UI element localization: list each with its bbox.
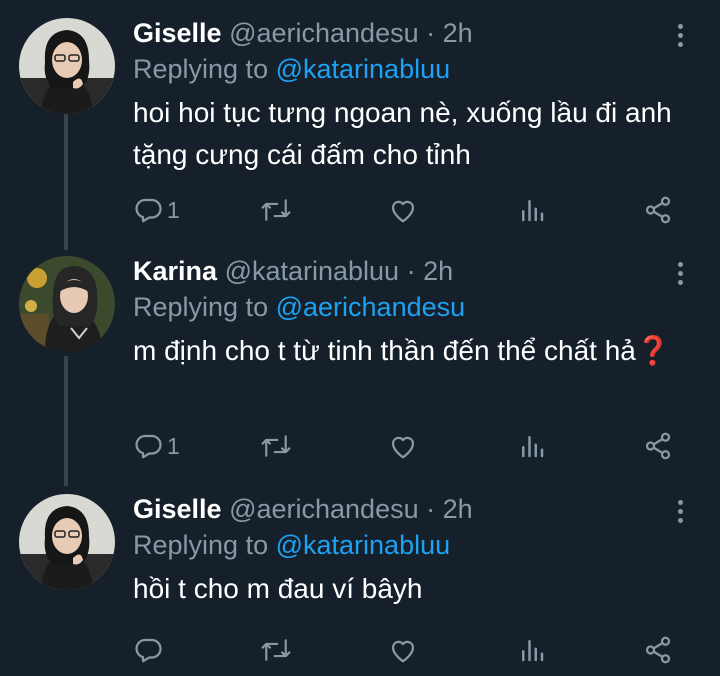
heart-icon: [391, 436, 415, 459]
mention-link[interactable]: @katarinabluu: [276, 530, 451, 560]
user-handle[interactable]: @aerichandesu: [229, 494, 419, 524]
share-button[interactable]: [643, 632, 673, 668]
timestamp[interactable]: 2h: [443, 18, 473, 48]
action-bar: 1: [133, 428, 693, 464]
analytics-button[interactable]: [517, 192, 547, 228]
replying-to-label: Replying to: [133, 54, 269, 84]
reply-icon: [135, 638, 162, 663]
share-button[interactable]: [643, 192, 673, 228]
separator-dot: ·: [406, 256, 416, 286]
retweet-icon: [261, 199, 291, 221]
display-name[interactable]: Karina: [133, 256, 217, 286]
tweet-header: Giselle @aerichandesu · 2h: [133, 16, 473, 50]
tweet-header: Karina @katarinabluu · 2h: [133, 254, 453, 288]
separator-dot: ·: [426, 494, 436, 524]
reply-button[interactable]: 1: [133, 192, 180, 228]
analytics-icon: [522, 436, 544, 458]
like-button[interactable]: [387, 192, 419, 228]
reply-button[interactable]: [133, 632, 167, 668]
share-icon: [645, 196, 671, 224]
replying-to: Replying to @katarinabluu: [133, 528, 450, 562]
tweet-text: hồi t cho m đau ví bâyh: [133, 568, 673, 610]
tweet[interactable]: Giselle @aerichandesu · 2h Replying to @…: [0, 18, 720, 256]
reply-button[interactable]: 1: [133, 428, 180, 464]
tweet-text-content: hồi t cho m đau ví bâyh: [133, 573, 423, 604]
more-vertical-icon[interactable]: [672, 262, 688, 288]
analytics-icon: [522, 200, 544, 222]
mention-link[interactable]: @aerichandesu: [276, 292, 466, 322]
share-button[interactable]: [643, 428, 673, 464]
more-vertical-icon[interactable]: [672, 24, 688, 50]
action-bar: [133, 632, 693, 668]
retweet-button[interactable]: [259, 192, 293, 228]
avatar[interactable]: [19, 256, 115, 352]
replying-to: Replying to @katarinabluu: [133, 52, 450, 86]
retweet-button[interactable]: [259, 428, 293, 464]
timestamp[interactable]: 2h: [443, 494, 473, 524]
retweet-icon: [261, 639, 291, 661]
question-mark-emoji: ❓: [635, 335, 671, 366]
tweet-text-content: m định cho t từ tinh thần đến thể chất h…: [133, 335, 636, 366]
display-name[interactable]: Giselle: [133, 494, 222, 524]
avatar[interactable]: [19, 18, 115, 114]
timestamp[interactable]: 2h: [423, 256, 453, 286]
mention-link[interactable]: @katarinabluu: [276, 54, 451, 84]
reply-icon: [135, 434, 162, 459]
reply-icon: [135, 198, 162, 223]
heart-icon: [391, 640, 415, 663]
analytics-button[interactable]: [517, 428, 547, 464]
user-handle[interactable]: @aerichandesu: [229, 18, 419, 48]
separator-dot: ·: [426, 18, 436, 48]
tweet-header: Giselle @aerichandesu · 2h: [133, 492, 473, 526]
tweet[interactable]: Giselle @aerichandesu · 2h Replying to @…: [0, 494, 720, 676]
like-button[interactable]: [387, 632, 419, 668]
reply-count: 1: [167, 196, 180, 223]
avatar[interactable]: [19, 494, 115, 590]
reply-count: 1: [167, 432, 180, 459]
share-icon: [645, 636, 671, 664]
tweet-text-content: hoi hoi tục tưng ngoan nè, xuống lầu đi …: [133, 97, 672, 170]
like-button[interactable]: [387, 428, 419, 464]
display-name[interactable]: Giselle: [133, 18, 222, 48]
analytics-icon: [522, 640, 544, 662]
replying-to-label: Replying to: [133, 292, 269, 322]
tweet-text: hoi hoi tục tưng ngoan nè, xuống lầu đi …: [133, 92, 673, 176]
analytics-button[interactable]: [517, 632, 547, 668]
more-vertical-icon[interactable]: [672, 500, 688, 526]
user-handle[interactable]: @katarinabluu: [225, 256, 400, 286]
heart-icon: [391, 200, 415, 223]
tweet-text: m định cho t từ tinh thần đến thể chất h…: [133, 330, 673, 372]
replying-to-label: Replying to: [133, 530, 269, 560]
share-icon: [645, 432, 671, 460]
retweet-button[interactable]: [259, 632, 293, 668]
action-bar: 1: [133, 192, 693, 228]
retweet-icon: [261, 435, 291, 457]
replying-to: Replying to @aerichandesu: [133, 290, 465, 324]
tweet[interactable]: Karina @katarinabluu · 2h Replying to @a…: [0, 256, 720, 494]
